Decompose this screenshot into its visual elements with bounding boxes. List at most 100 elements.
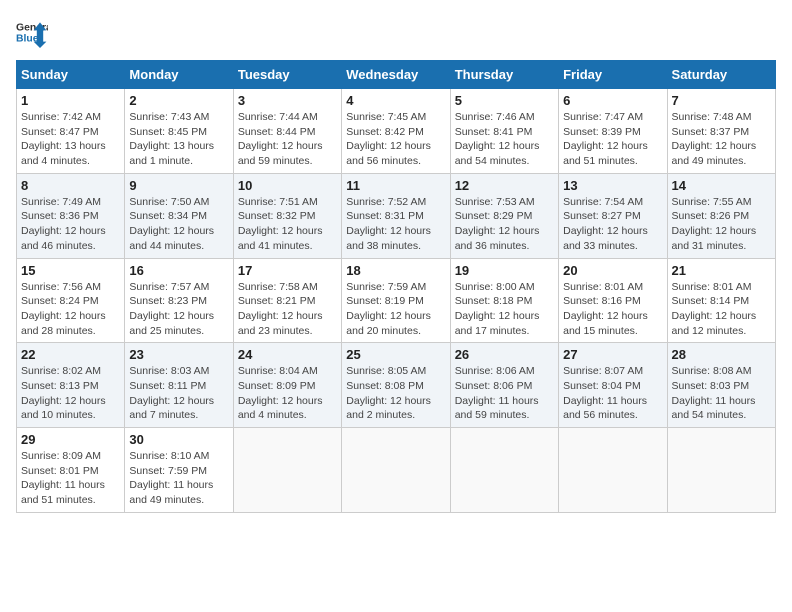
calendar-cell: 5 Sunrise: 7:46 AM Sunset: 8:41 PM Dayli… bbox=[450, 89, 558, 174]
col-friday: Friday bbox=[559, 61, 667, 89]
sunset-time: Sunset: 8:44 PM bbox=[238, 126, 316, 138]
day-info: Sunrise: 7:50 AM Sunset: 8:34 PM Dayligh… bbox=[129, 195, 228, 254]
sunset-time: Sunset: 8:37 PM bbox=[672, 126, 750, 138]
daylight-hours: Daylight: 12 hours and 44 minutes. bbox=[129, 225, 214, 252]
day-info: Sunrise: 8:05 AM Sunset: 8:08 PM Dayligh… bbox=[346, 364, 445, 423]
logo: General Blue bbox=[16, 16, 48, 48]
daylight-hours: Daylight: 12 hours and 7 minutes. bbox=[129, 395, 214, 422]
calendar-cell: 28 Sunrise: 8:08 AM Sunset: 8:03 PM Dayl… bbox=[667, 343, 775, 428]
day-info: Sunrise: 7:47 AM Sunset: 8:39 PM Dayligh… bbox=[563, 110, 662, 169]
daylight-hours: Daylight: 12 hours and 17 minutes. bbox=[455, 310, 540, 337]
calendar-cell: 10 Sunrise: 7:51 AM Sunset: 8:32 PM Dayl… bbox=[233, 173, 341, 258]
day-info: Sunrise: 7:55 AM Sunset: 8:26 PM Dayligh… bbox=[672, 195, 771, 254]
sunrise-time: Sunrise: 7:44 AM bbox=[238, 111, 318, 123]
calendar-cell: 7 Sunrise: 7:48 AM Sunset: 8:37 PM Dayli… bbox=[667, 89, 775, 174]
day-number: 3 bbox=[238, 93, 337, 108]
sunrise-time: Sunrise: 7:48 AM bbox=[672, 111, 752, 123]
daylight-hours: Daylight: 12 hours and 2 minutes. bbox=[346, 395, 431, 422]
sunset-time: Sunset: 8:29 PM bbox=[455, 210, 533, 222]
page-header: General Blue bbox=[16, 16, 776, 48]
day-info: Sunrise: 8:01 AM Sunset: 8:14 PM Dayligh… bbox=[672, 280, 771, 339]
daylight-hours: Daylight: 12 hours and 25 minutes. bbox=[129, 310, 214, 337]
calendar-cell: 8 Sunrise: 7:49 AM Sunset: 8:36 PM Dayli… bbox=[17, 173, 125, 258]
daylight-hours: Daylight: 11 hours and 49 minutes. bbox=[129, 479, 213, 506]
day-number: 24 bbox=[238, 347, 337, 362]
sunrise-time: Sunrise: 7:53 AM bbox=[455, 196, 535, 208]
sunset-time: Sunset: 7:59 PM bbox=[129, 465, 207, 477]
daylight-hours: Daylight: 12 hours and 28 minutes. bbox=[21, 310, 106, 337]
sunrise-time: Sunrise: 7:55 AM bbox=[672, 196, 752, 208]
sunset-time: Sunset: 8:21 PM bbox=[238, 295, 316, 307]
day-info: Sunrise: 8:03 AM Sunset: 8:11 PM Dayligh… bbox=[129, 364, 228, 423]
calendar-cell: 22 Sunrise: 8:02 AM Sunset: 8:13 PM Dayl… bbox=[17, 343, 125, 428]
sunset-time: Sunset: 8:01 PM bbox=[21, 465, 99, 477]
calendar-table: Sunday Monday Tuesday Wednesday Thursday… bbox=[16, 60, 776, 513]
sunrise-time: Sunrise: 8:06 AM bbox=[455, 365, 535, 377]
calendar-cell: 18 Sunrise: 7:59 AM Sunset: 8:19 PM Dayl… bbox=[342, 258, 450, 343]
day-number: 19 bbox=[455, 263, 554, 278]
calendar-cell: 12 Sunrise: 7:53 AM Sunset: 8:29 PM Dayl… bbox=[450, 173, 558, 258]
daylight-hours: Daylight: 11 hours and 56 minutes. bbox=[563, 395, 647, 422]
sunrise-time: Sunrise: 8:10 AM bbox=[129, 450, 209, 462]
daylight-hours: Daylight: 12 hours and 31 minutes. bbox=[672, 225, 757, 252]
day-info: Sunrise: 7:59 AM Sunset: 8:19 PM Dayligh… bbox=[346, 280, 445, 339]
sunset-time: Sunset: 8:45 PM bbox=[129, 126, 207, 138]
day-number: 25 bbox=[346, 347, 445, 362]
calendar-cell: 29 Sunrise: 8:09 AM Sunset: 8:01 PM Dayl… bbox=[17, 428, 125, 513]
sunrise-time: Sunrise: 7:56 AM bbox=[21, 281, 101, 293]
daylight-hours: Daylight: 12 hours and 20 minutes. bbox=[346, 310, 431, 337]
daylight-hours: Daylight: 12 hours and 46 minutes. bbox=[21, 225, 106, 252]
calendar-cell bbox=[559, 428, 667, 513]
day-info: Sunrise: 7:51 AM Sunset: 8:32 PM Dayligh… bbox=[238, 195, 337, 254]
sunrise-time: Sunrise: 8:02 AM bbox=[21, 365, 101, 377]
sunset-time: Sunset: 8:14 PM bbox=[672, 295, 750, 307]
sunset-time: Sunset: 8:27 PM bbox=[563, 210, 641, 222]
day-number: 22 bbox=[21, 347, 120, 362]
day-info: Sunrise: 8:07 AM Sunset: 8:04 PM Dayligh… bbox=[563, 364, 662, 423]
sunset-time: Sunset: 8:06 PM bbox=[455, 380, 533, 392]
sunset-time: Sunset: 8:08 PM bbox=[346, 380, 424, 392]
daylight-hours: Daylight: 11 hours and 54 minutes. bbox=[672, 395, 756, 422]
sunset-time: Sunset: 8:23 PM bbox=[129, 295, 207, 307]
calendar-cell bbox=[233, 428, 341, 513]
day-number: 6 bbox=[563, 93, 662, 108]
week-row-4: 22 Sunrise: 8:02 AM Sunset: 8:13 PM Dayl… bbox=[17, 343, 776, 428]
sunset-time: Sunset: 8:32 PM bbox=[238, 210, 316, 222]
sunset-time: Sunset: 8:11 PM bbox=[129, 380, 206, 392]
calendar-cell: 23 Sunrise: 8:03 AM Sunset: 8:11 PM Dayl… bbox=[125, 343, 233, 428]
sunset-time: Sunset: 8:03 PM bbox=[672, 380, 750, 392]
day-info: Sunrise: 7:58 AM Sunset: 8:21 PM Dayligh… bbox=[238, 280, 337, 339]
daylight-hours: Daylight: 12 hours and 36 minutes. bbox=[455, 225, 540, 252]
day-info: Sunrise: 8:01 AM Sunset: 8:16 PM Dayligh… bbox=[563, 280, 662, 339]
day-number: 10 bbox=[238, 178, 337, 193]
col-thursday: Thursday bbox=[450, 61, 558, 89]
day-number: 30 bbox=[129, 432, 228, 447]
sunset-time: Sunset: 8:47 PM bbox=[21, 126, 99, 138]
col-monday: Monday bbox=[125, 61, 233, 89]
sunrise-time: Sunrise: 7:51 AM bbox=[238, 196, 318, 208]
sunset-time: Sunset: 8:42 PM bbox=[346, 126, 424, 138]
col-saturday: Saturday bbox=[667, 61, 775, 89]
day-info: Sunrise: 7:45 AM Sunset: 8:42 PM Dayligh… bbox=[346, 110, 445, 169]
sunrise-time: Sunrise: 7:42 AM bbox=[21, 111, 101, 123]
calendar-cell: 20 Sunrise: 8:01 AM Sunset: 8:16 PM Dayl… bbox=[559, 258, 667, 343]
sunset-time: Sunset: 8:18 PM bbox=[455, 295, 533, 307]
day-info: Sunrise: 7:48 AM Sunset: 8:37 PM Dayligh… bbox=[672, 110, 771, 169]
day-info: Sunrise: 8:04 AM Sunset: 8:09 PM Dayligh… bbox=[238, 364, 337, 423]
sunrise-time: Sunrise: 8:01 AM bbox=[672, 281, 752, 293]
sunrise-time: Sunrise: 8:04 AM bbox=[238, 365, 318, 377]
calendar-cell: 13 Sunrise: 7:54 AM Sunset: 8:27 PM Dayl… bbox=[559, 173, 667, 258]
day-number: 21 bbox=[672, 263, 771, 278]
day-info: Sunrise: 8:08 AM Sunset: 8:03 PM Dayligh… bbox=[672, 364, 771, 423]
daylight-hours: Daylight: 12 hours and 10 minutes. bbox=[21, 395, 106, 422]
day-info: Sunrise: 8:06 AM Sunset: 8:06 PM Dayligh… bbox=[455, 364, 554, 423]
day-number: 9 bbox=[129, 178, 228, 193]
daylight-hours: Daylight: 12 hours and 38 minutes. bbox=[346, 225, 431, 252]
sunset-time: Sunset: 8:19 PM bbox=[346, 295, 424, 307]
sunrise-time: Sunrise: 7:46 AM bbox=[455, 111, 535, 123]
day-number: 23 bbox=[129, 347, 228, 362]
day-info: Sunrise: 7:53 AM Sunset: 8:29 PM Dayligh… bbox=[455, 195, 554, 254]
day-info: Sunrise: 7:56 AM Sunset: 8:24 PM Dayligh… bbox=[21, 280, 120, 339]
calendar-cell: 1 Sunrise: 7:42 AM Sunset: 8:47 PM Dayli… bbox=[17, 89, 125, 174]
day-info: Sunrise: 7:54 AM Sunset: 8:27 PM Dayligh… bbox=[563, 195, 662, 254]
